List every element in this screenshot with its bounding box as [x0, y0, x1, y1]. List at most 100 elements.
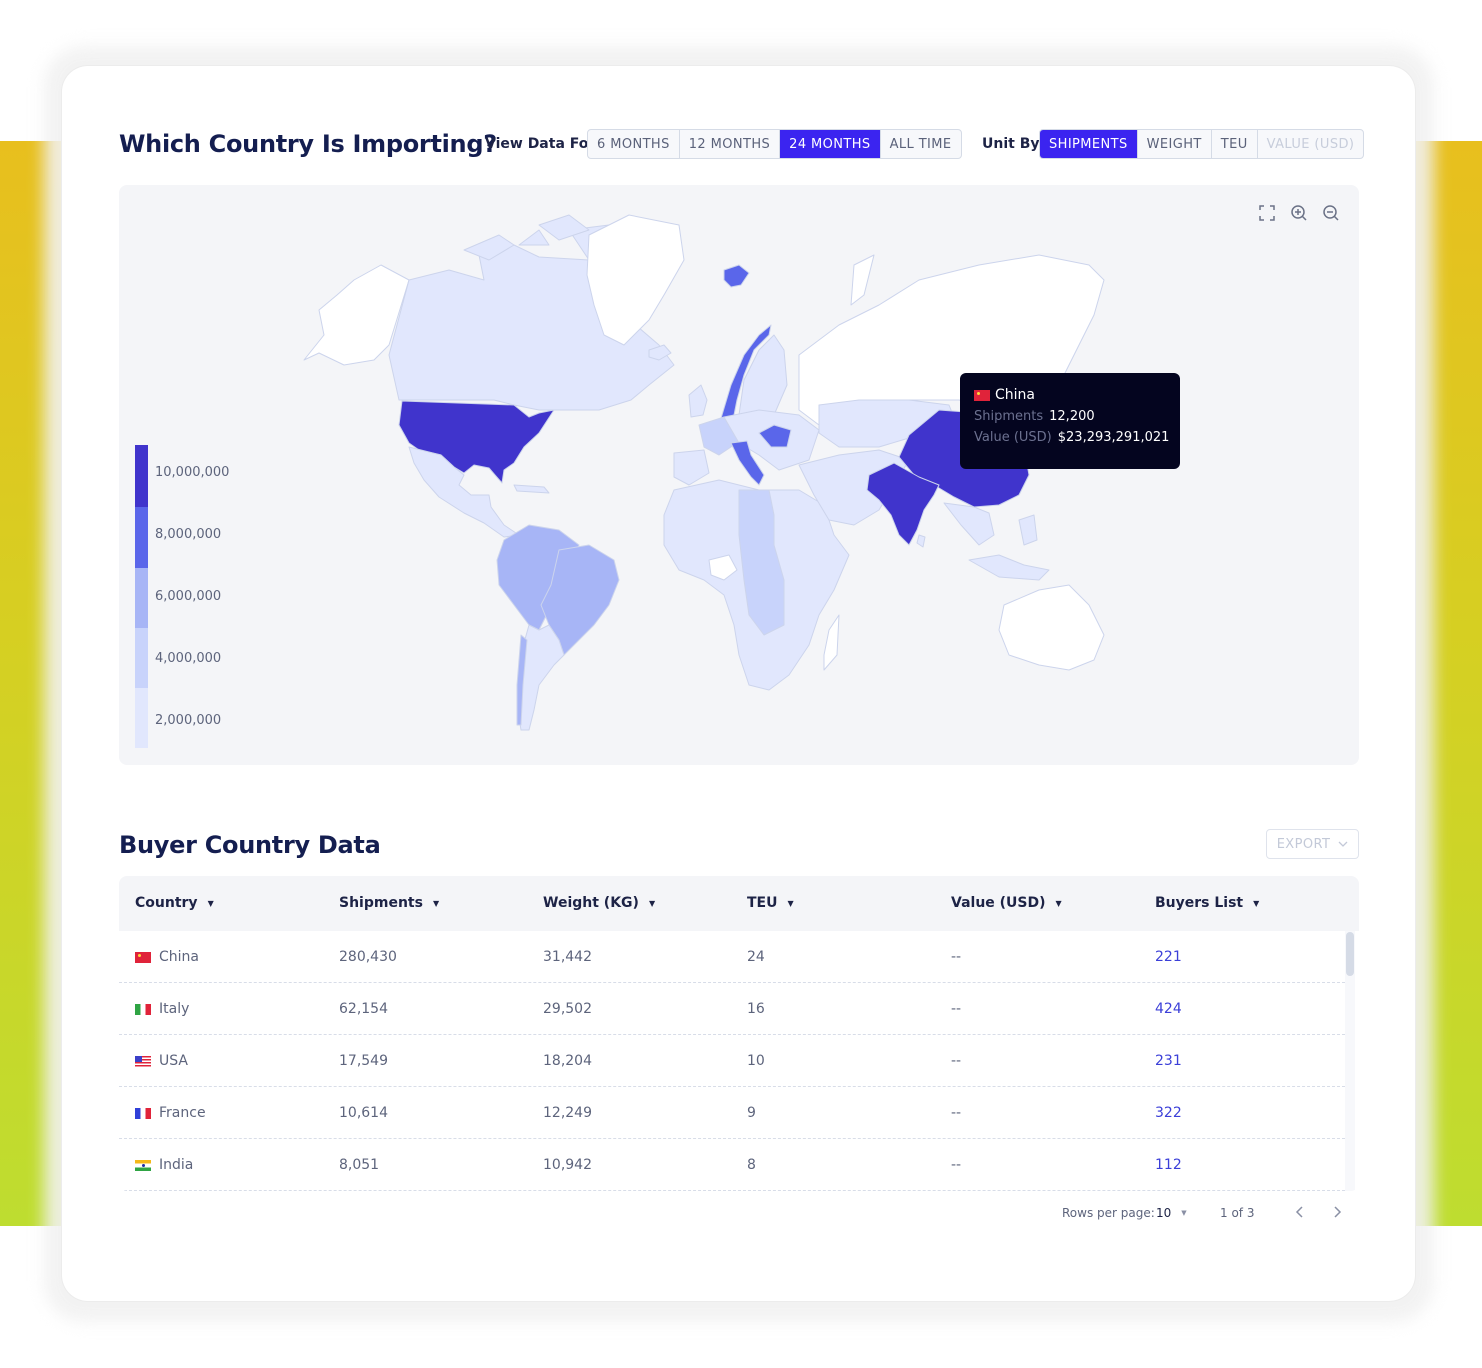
unit-option-weight[interactable]: WEIGHT — [1138, 130, 1212, 158]
cell-teu: 8 — [747, 1157, 756, 1173]
table-row[interactable]: India 8,051 10,942 8 -- 112 — [119, 1139, 1345, 1191]
unit-option-shipments[interactable]: SHIPMENTS — [1040, 130, 1138, 158]
next-page-button[interactable] — [1328, 1202, 1348, 1222]
cell-weight: 12,249 — [543, 1105, 592, 1121]
rows-per-page-select[interactable]: 10 ▼ — [1156, 1206, 1187, 1220]
cell-teu: 10 — [747, 1053, 765, 1069]
country-cuba[interactable] — [513, 484, 550, 494]
india-flag-icon — [135, 1159, 151, 1171]
world-choropleth-map[interactable] — [119, 185, 1359, 765]
tooltip-country: China — [995, 387, 1035, 403]
previous-page-button[interactable] — [1289, 1202, 1309, 1222]
page-info: 1 of 3 — [1220, 1206, 1255, 1220]
table-row[interactable]: Italy 62,154 29,502 16 -- 424 — [119, 983, 1345, 1035]
cell-buyers-link[interactable]: 322 — [1155, 1087, 1182, 1139]
map-tooltip: China Shipments 12,200 Value (USD) $23,293… — [960, 373, 1180, 469]
unit-option-teu[interactable]: TEU — [1212, 130, 1258, 158]
country-svalbard[interactable] — [723, 264, 750, 288]
cell-country: Italy — [159, 1001, 190, 1017]
sort-caret-icon: ▼ — [207, 898, 214, 908]
tooltip-value: 12,200 — [1049, 409, 1095, 424]
column-header-country[interactable]: Country ▼ — [135, 895, 214, 911]
column-header-teu[interactable]: TEU ▼ — [747, 895, 794, 911]
tooltip-value: $23,293,291,021 — [1057, 430, 1170, 445]
china-flag-icon — [974, 389, 990, 401]
zoom-in-icon — [1291, 205, 1307, 221]
cell-weight: 31,442 — [543, 949, 592, 965]
cell-value: -- — [951, 1001, 962, 1017]
legend-label: 4,000,000 — [155, 651, 222, 666]
table-header: Country ▼ Shipments ▼ Weight (KG) ▼ TEU ▼ Va… — [119, 876, 1359, 931]
chevron-left-icon — [1295, 1206, 1303, 1218]
unit-segmented-control: SHIPMENTS WEIGHT TEU VALUE (USD) — [1039, 129, 1365, 159]
export-label: EXPORT — [1276, 836, 1331, 852]
period-option-12-months[interactable]: 12 MONTHS — [680, 130, 781, 158]
legend-swatch-6m — [135, 568, 148, 628]
period-option-6-months[interactable]: 6 MONTHS — [588, 130, 680, 158]
cell-buyers-link[interactable]: 221 — [1155, 931, 1182, 983]
world-map-panel[interactable]: 10,000,000 8,000,000 6,000,000 4,000,000… — [119, 185, 1359, 765]
legend-label: 6,000,000 — [155, 589, 222, 604]
column-header-value[interactable]: Value (USD) ▼ — [951, 895, 1062, 911]
unit-by-label: Unit By — [982, 136, 1040, 152]
country-madagascar[interactable] — [823, 614, 840, 671]
country-sri-lanka[interactable] — [916, 534, 926, 548]
column-header-shipments[interactable]: Shipments ▼ — [339, 895, 439, 911]
view-data-label: View Data For — [485, 136, 596, 152]
cell-buyers-link[interactable]: 424 — [1155, 983, 1182, 1035]
cell-shipments: 280,430 — [339, 949, 397, 965]
period-option-24-months[interactable]: 24 MONTHS — [780, 130, 881, 158]
cell-teu: 24 — [747, 949, 765, 965]
cell-country: India — [159, 1157, 194, 1173]
dropdown-caret-icon: ▼ — [1181, 1209, 1187, 1217]
cell-shipments: 62,154 — [339, 1001, 388, 1017]
country-greenland[interactable] — [586, 214, 685, 346]
legend-swatch-2m — [135, 688, 148, 748]
zoom-out-button[interactable] — [1321, 203, 1341, 223]
legend-swatch-10m — [135, 445, 148, 507]
cell-buyers-link[interactable]: 112 — [1155, 1139, 1182, 1191]
sort-caret-icon: ▼ — [1055, 898, 1062, 908]
table-scrollbar-thumb[interactable] — [1346, 932, 1354, 976]
table-row[interactable]: China 280,430 31,442 24 -- 221 — [119, 931, 1345, 983]
cell-country: USA — [159, 1053, 188, 1069]
cell-shipments: 17,549 — [339, 1053, 388, 1069]
cell-value: -- — [951, 949, 962, 965]
cell-value: -- — [951, 1105, 962, 1121]
france-flag-icon — [135, 1107, 151, 1119]
cell-weight: 18,204 — [543, 1053, 592, 1069]
section-title: Buyer Country Data — [119, 831, 381, 859]
sort-caret-icon: ▼ — [1253, 898, 1260, 908]
map-toolbar — [1257, 203, 1341, 223]
zoom-in-button[interactable] — [1289, 203, 1309, 223]
legend-label: 8,000,000 — [155, 527, 222, 542]
country-iberia[interactable] — [673, 449, 710, 486]
usa-flag-icon — [135, 1055, 151, 1067]
tooltip-key: Value (USD) — [974, 430, 1052, 445]
cell-weight: 29,502 — [543, 1001, 592, 1017]
dashboard-card: Which Country Is Importing? View Data Fo… — [62, 66, 1415, 1301]
cell-buyers-link[interactable]: 231 — [1155, 1035, 1182, 1087]
period-option-all-time[interactable]: ALL TIME — [881, 130, 961, 158]
table-row[interactable]: France 10,614 12,249 9 -- 322 — [119, 1087, 1345, 1139]
legend-label: 2,000,000 — [155, 713, 222, 728]
cell-shipments: 10,614 — [339, 1105, 388, 1121]
export-button[interactable]: EXPORT — [1266, 829, 1359, 859]
country-russia-islands[interactable] — [850, 254, 875, 306]
column-header-weight[interactable]: Weight (KG) ▼ — [543, 895, 655, 911]
page-title: Which Country Is Importing? — [119, 130, 497, 158]
sort-caret-icon: ▼ — [432, 898, 440, 908]
fullscreen-button[interactable] — [1257, 203, 1277, 223]
cell-weight: 10,942 — [543, 1157, 592, 1173]
country-uk[interactable] — [688, 384, 708, 418]
legend-swatch-4m — [135, 628, 148, 688]
fullscreen-icon — [1259, 205, 1275, 221]
table-row[interactable]: USA 17,549 18,204 10 -- 231 — [119, 1035, 1345, 1087]
country-southeast-asia[interactable] — [943, 502, 1050, 581]
cell-teu: 16 — [747, 1001, 765, 1017]
table-body: China 280,430 31,442 24 -- 221 Italy 62,… — [119, 931, 1345, 1191]
column-header-buyers-list[interactable]: Buyers List ▼ — [1155, 895, 1259, 911]
cell-value: -- — [951, 1157, 962, 1173]
unit-option-value-usd[interactable]: VALUE (USD) — [1258, 130, 1364, 158]
country-australia[interactable] — [998, 584, 1105, 671]
